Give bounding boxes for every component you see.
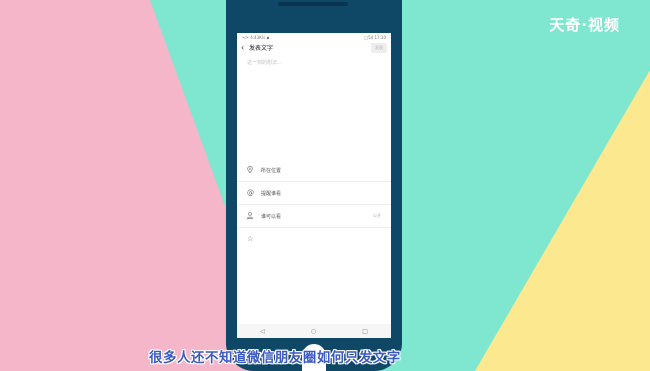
option-label: 所在位置: [261, 167, 282, 174]
page-title: 发表文字: [249, 45, 274, 52]
option-mention[interactable]: @ 提醒谁看: [237, 182, 391, 205]
status-bar: •ıl• 4.43K/s ◾ □54 17:10: [237, 33, 391, 41]
star-icon: ☆: [247, 235, 254, 243]
option-favorite[interactable]: ☆: [237, 228, 391, 250]
back-arrow-icon[interactable]: ‹: [241, 43, 249, 52]
phone-notch: [278, 2, 348, 6]
at-icon: @: [247, 189, 254, 197]
watermark-logo: 天奇·视频: [549, 16, 620, 34]
person-icon: [247, 211, 261, 221]
publish-button[interactable]: 发表: [371, 42, 387, 53]
nav-back-icon[interactable]: ◁: [260, 328, 265, 335]
compose-text-input[interactable]: 这一刻的想法...: [237, 54, 391, 159]
system-nav-bar: ◁ ○ □: [237, 324, 391, 338]
phone-screen: •ıl• 4.43K/s ◾ □54 17:10 ‹ 发表文字 发表 这一刻的想…: [237, 33, 391, 338]
status-right: □54 17:10: [364, 34, 386, 40]
video-subtitle: 很多人还不知道微信朋友圈如何只发文字: [149, 351, 401, 366]
nav-recent-icon[interactable]: □: [362, 328, 368, 335]
status-left: •ıl• 4.43K/s ◾: [242, 34, 270, 40]
option-label: 提醒谁看: [261, 190, 282, 197]
option-value: 公开: [373, 213, 381, 218]
top-bar: ‹ 发表文字 发表: [237, 41, 391, 54]
phone-frame: •ıl• 4.43K/s ◾ □54 17:10 ‹ 发表文字 发表 这一刻的想…: [226, 0, 402, 371]
option-location[interactable]: 所在位置: [237, 159, 391, 182]
nav-home-icon[interactable]: ○: [311, 328, 316, 335]
option-label: 谁可以看: [261, 213, 282, 220]
option-privacy[interactable]: 谁可以看 公开: [237, 205, 391, 228]
location-icon: [247, 165, 261, 175]
